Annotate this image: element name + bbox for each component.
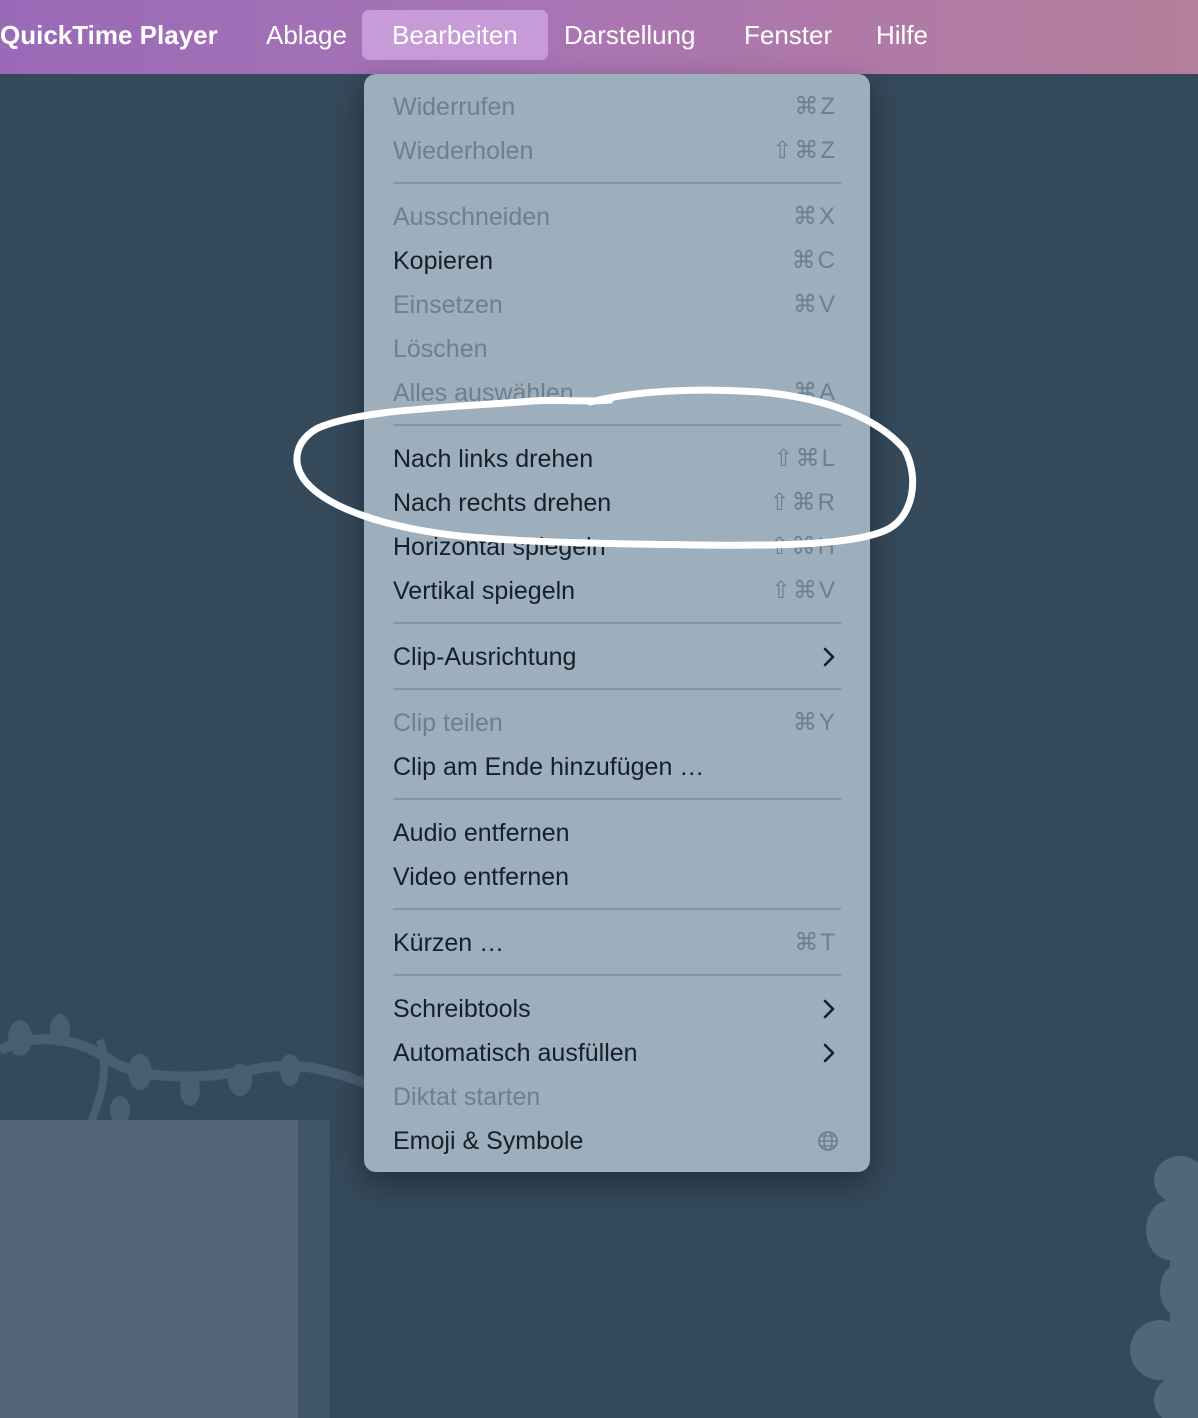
menu-item-label: Audio entfernen [393, 819, 570, 847]
chevron-right-icon [823, 647, 835, 667]
menu-item-label: Video entfernen [393, 863, 570, 891]
menu-item-loeschen[interactable]: Löschen [393, 327, 841, 371]
menubar-item-fenster[interactable]: Fenster [744, 10, 832, 60]
menu-item-shortcut: ⌘C [791, 247, 837, 274]
menu-item-einsetzen[interactable]: Einsetzen ⌘V [393, 283, 841, 327]
menu-item-label: Schreibtools [393, 995, 531, 1023]
bearbeiten-dropdown-menu: Widerrufen ⌘Z Wiederholen ⇧⌘Z Ausschneiden ⌘X… [364, 74, 870, 1172]
menu-item-shortcut: ⇧⌘V [770, 577, 837, 604]
menu-separator [393, 182, 841, 184]
menu-item-clip-teilen[interactable]: Clip teilen ⌘Y [393, 701, 841, 745]
menu-item-clip-ausrichtung[interactable]: Clip-Ausrichtung [393, 635, 841, 679]
menu-item-label: Clip teilen [393, 709, 503, 737]
menu-item-wiederholen[interactable]: Wiederholen ⇧⌘Z [393, 129, 841, 173]
plant-decoration [1130, 1156, 1198, 1418]
menu-item-label: Automatisch ausfüllen [393, 1039, 638, 1067]
menu-item-diktat-starten[interactable]: Diktat starten [393, 1075, 841, 1119]
menu-item-label: Kopieren [393, 247, 494, 275]
menu-item-label: Alles auswählen [393, 379, 574, 407]
chevron-right-icon [823, 999, 835, 1019]
menu-item-label: Diktat starten [393, 1083, 541, 1111]
menu-item-video-entfernen[interactable]: Video entfernen [393, 855, 841, 899]
menu-item-shortcut: ⌘X [792, 203, 837, 230]
menu-item-label: Clip am Ende hinzufügen … [393, 753, 705, 781]
menu-item-label: Emoji & Symbole [393, 1127, 584, 1155]
menu-separator [393, 908, 841, 910]
chevron-right-icon [823, 1043, 835, 1063]
menu-item-nach-rechts-drehen[interactable]: Nach rechts drehen ⇧⌘R [393, 481, 841, 525]
menubar-item-ablage[interactable]: Ablage [266, 10, 347, 60]
menu-item-shortcut: ⌘V [792, 291, 837, 318]
menu-separator [393, 622, 841, 624]
menu-item-shortcut: ⇧⌘H [769, 533, 837, 560]
background-panel [0, 1120, 330, 1418]
menu-item-label: Widerrufen [393, 93, 516, 121]
menu-item-nach-links-drehen[interactable]: Nach links drehen ⇧⌘L [393, 437, 841, 481]
menu-item-shortcut: ⇧⌘Z [772, 137, 837, 164]
menu-item-widerrufen[interactable]: Widerrufen ⌘Z [393, 85, 841, 129]
menu-item-emoji-und-symbole[interactable]: Emoji & Symbole [393, 1119, 841, 1163]
menu-item-schreibtools[interactable]: Schreibtools [393, 987, 841, 1031]
menubar-item-bearbeiten[interactable]: Bearbeiten [362, 10, 548, 60]
menu-item-shortcut: ⌘T [794, 929, 837, 956]
menu-item-shortcut: ⌘Y [792, 709, 837, 736]
menubar-item-hilfe[interactable]: Hilfe [876, 10, 928, 60]
menu-item-label: Ausschneiden [393, 203, 551, 231]
menu-item-shortcut: ⇧⌘R [769, 489, 837, 516]
menu-item-label: Horizontal spiegeln [393, 533, 606, 561]
menu-item-clip-am-ende-hinzufuegen[interactable]: Clip am Ende hinzufügen … [393, 745, 841, 789]
menu-item-shortcut: ⌘Z [794, 93, 837, 120]
background-panel-edge [298, 1120, 330, 1418]
menu-item-automatisch-ausfuellen[interactable]: Automatisch ausfüllen [393, 1031, 841, 1075]
menu-item-ausschneiden[interactable]: Ausschneiden ⌘X [393, 195, 841, 239]
menu-item-label: Clip-Ausrichtung [393, 643, 577, 671]
menu-item-label: Nach links drehen [393, 445, 594, 473]
menu-item-label: Wiederholen [393, 137, 534, 165]
menu-separator [393, 798, 841, 800]
menu-item-kuerzen[interactable]: Kürzen … ⌘T [393, 921, 841, 965]
menubar-item-darstellung[interactable]: Darstellung [564, 10, 696, 60]
menu-separator [393, 688, 841, 690]
menu-item-label: Nach rechts drehen [393, 489, 612, 517]
menu-separator [393, 974, 841, 976]
vine-decoration [0, 1014, 372, 1127]
menu-item-shortcut: ⌘A [792, 379, 837, 406]
menu-item-label: Vertikal spiegeln [393, 577, 576, 605]
menu-item-label: Einsetzen [393, 291, 503, 319]
menu-item-alles-auswaehlen[interactable]: Alles auswählen ⌘A [393, 371, 841, 415]
globe-icon [818, 1131, 838, 1151]
menu-item-label: Löschen [393, 335, 488, 363]
menu-separator [393, 424, 841, 426]
menu-item-kopieren[interactable]: Kopieren ⌘C [393, 239, 841, 283]
menu-item-label: Kürzen … [393, 929, 505, 957]
menu-item-vertikal-spiegeln[interactable]: Vertikal spiegeln ⇧⌘V [393, 569, 841, 613]
menu-item-horizontal-spiegeln[interactable]: Horizontal spiegeln ⇧⌘H [393, 525, 841, 569]
menu-item-shortcut: ⇧⌘L [773, 445, 837, 472]
menu-item-audio-entfernen[interactable]: Audio entfernen [393, 811, 841, 855]
menu-bar: QuickTime Player Ablage Bearbeiten Darst… [0, 0, 1198, 74]
menubar-app-name[interactable]: QuickTime Player [0, 10, 218, 60]
